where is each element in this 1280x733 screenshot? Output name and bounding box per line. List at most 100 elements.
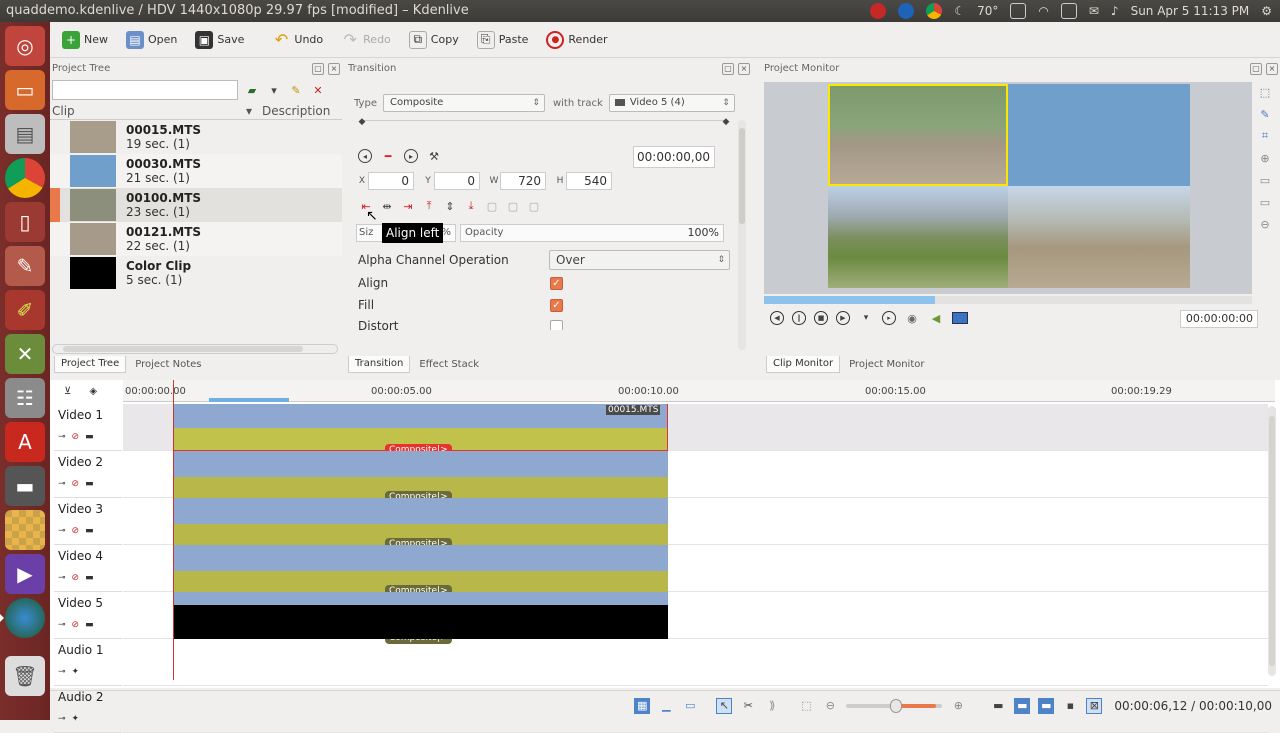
settings-wrench-icon[interactable]: ⚒ [426,148,442,164]
opacity-slider[interactable]: Opacity 100% [460,224,724,242]
zoom-in-icon[interactable]: ⊕ [950,698,966,714]
sort-chevron-icon[interactable]: ▾ [246,102,260,119]
hide-icon[interactable]: ▬ [85,620,94,630]
fit-icon[interactable]: ▭ [1257,172,1273,188]
column-description[interactable]: Description [260,102,330,119]
scroll-thumb[interactable] [63,346,303,352]
track-view-icon[interactable]: ▬ [1014,697,1031,714]
tab-project-monitor[interactable]: Project Monitor [842,356,931,373]
terminal-icon[interactable]: ▬ [5,466,45,506]
collapse-tracks-icon[interactable]: ⊻ [64,386,71,397]
paste-button[interactable]: ⎘ Paste [471,27,535,53]
split-audio-icon[interactable]: ▬ [990,698,1006,714]
align-bottom-icon[interactable]: ⤓ [463,198,479,214]
track-view-2-icon[interactable]: ▬ [1038,697,1055,714]
forward-icon[interactable]: ◉ [904,310,920,326]
pen-icon[interactable]: ✐ [5,290,45,330]
zoom-out-icon[interactable]: ⊖ [822,698,838,714]
new-button[interactable]: + New [56,27,114,53]
track-header[interactable]: Video 2 ⊸ ⊘ ▬ [54,451,122,498]
hide-icon[interactable]: ▬ [85,432,94,442]
zoom-out-icon[interactable]: ⊖ [1257,216,1273,232]
stop-icon[interactable]: ■ [814,311,828,325]
delete-icon[interactable]: ✕ [310,82,326,98]
trash-icon[interactable]: 🗑 [5,656,45,696]
fit-height-icon[interactable]: ▢ [526,198,542,214]
tab-transition[interactable]: Transition [348,356,411,373]
remove-keyframe-icon[interactable]: ━ [380,148,396,164]
tab-effect-stack[interactable]: Effect Stack [412,356,486,373]
copy-button[interactable]: ⧉ Copy [403,27,465,53]
type-combo[interactable]: Composite [382,94,545,112]
wifi-icon[interactable]: ◠ [1038,0,1048,22]
align-checkbox[interactable]: ✓ [550,276,563,290]
track-row[interactable] [123,639,1268,686]
distort-checkbox[interactable] [550,320,563,330]
temperature[interactable]: 70° [977,0,998,22]
fit-zoom-icon[interactable]: ⬚ [798,698,814,714]
edit-mode-icon[interactable]: ✎ [1257,106,1273,122]
mixer-icon[interactable]: ⊠ [1086,697,1103,714]
markers-icon[interactable]: ▭ [682,698,698,714]
y-field[interactable]: 0 [434,172,480,190]
with-track-combo[interactable]: Video 5 (4) [608,94,735,112]
record-icon[interactable] [870,3,887,19]
pdf-icon[interactable]: A [5,422,45,462]
mute-icon[interactable]: ⊘ [72,526,80,536]
monitor-timecode[interactable]: 00:00:00:00 [1180,310,1258,328]
checkers-icon[interactable] [5,510,45,550]
lock-icon[interactable]: ⊸ [58,479,66,489]
timeline-position[interactable]: 00:00:06,12 / 00:00:10,00 [1114,699,1272,713]
track-header[interactable]: Video 5 ⊸ ⊘ ▬ [54,592,122,639]
rewind-icon[interactable]: ◀ [770,311,784,325]
chrome-icon[interactable] [926,3,943,19]
network-icon[interactable]: ☷ [5,378,45,418]
keyframe-ruler[interactable] [360,120,728,121]
align-right-icon[interactable]: ⇥ [400,198,416,214]
lock-icon[interactable]: ⊸ [58,667,66,677]
chevron-down-icon[interactable]: ▾ [266,82,282,98]
track-header[interactable]: Video 4 ⊸ ⊘ ▬ [54,545,122,592]
disk-icon[interactable]: ▤ [5,114,45,154]
align-vcenter-icon[interactable]: ⇕ [442,198,458,214]
x-field[interactable]: 0 [368,172,414,190]
edit-icon[interactable]: ✎ [288,82,304,98]
spacer-tool-icon[interactable]: ⟫ [764,698,780,714]
earth-icon[interactable] [0,598,45,638]
audio-thumbs-icon[interactable]: ▁ [658,698,674,714]
close-dock-button[interactable]: × [738,63,750,75]
zoom-in-icon[interactable]: ⊕ [1257,150,1273,166]
tab-project-notes[interactable]: Project Notes [128,356,208,373]
select-tool-icon[interactable]: ↖ [716,697,733,714]
lock-icon[interactable]: ⊸ [58,432,66,442]
volume-icon[interactable]: ♪ [1111,0,1119,22]
column-clip[interactable]: Clip [50,102,246,119]
tools-icon[interactable]: ✕ [5,334,45,374]
hide-icon[interactable]: ▬ [85,479,94,489]
previous-keyframe-icon[interactable]: ◂ [358,149,372,163]
dash-icon[interactable]: ◎ [5,26,45,66]
prev-frame-icon[interactable]: ‖ [792,311,806,325]
mute-icon[interactable]: ⊘ [72,620,80,630]
mute-icon[interactable]: ✦ [72,667,80,677]
power-icon[interactable]: ⚙ [1261,0,1272,22]
alpha-combo[interactable]: Over [548,250,730,270]
float-button[interactable]: ▢ [722,63,734,75]
original-size-icon[interactable]: ▢ [484,198,500,214]
fill-checkbox[interactable]: ✓ [550,298,563,312]
hide-icon[interactable]: ▬ [85,526,94,536]
keyframe-start-icon[interactable]: ◆ [354,114,370,130]
redo-button[interactable]: ↷ Redo [335,27,397,53]
tab-project-tree[interactable]: Project Tree [54,356,127,373]
keyboard-icon[interactable] [1060,3,1077,19]
play-menu-chevron-icon[interactable]: ▾ [858,310,874,326]
monitor-progress[interactable] [764,296,1252,304]
keyframe-timecode[interactable]: 00:00:00,00 [633,146,715,168]
weather-icon[interactable]: ☾ [954,0,965,22]
close-dock-button[interactable]: × [328,63,340,75]
save-button[interactable]: ▣ Save [189,27,250,53]
clip-item[interactable]: 00121.MTS 22 sec. (1) [50,222,342,256]
razor-tool-icon[interactable]: ✂ [740,698,756,714]
clip-item[interactable]: 00100.MTS 23 sec. (1) [50,188,342,222]
files-icon[interactable]: ▭ [5,70,45,110]
